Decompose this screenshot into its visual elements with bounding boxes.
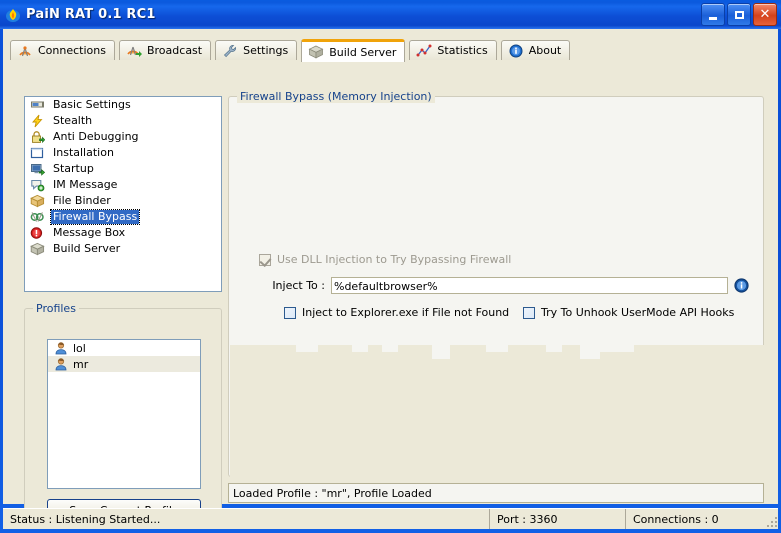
inject-to-input[interactable] [331,277,728,294]
render-artifact-band [230,345,764,477]
use-dll-injection-checkbox[interactable] [259,253,272,267]
lightning-icon [30,114,45,128]
tab-strip: Connections Broadcast Settings Build Ser… [10,38,574,62]
status-bar: Status : Listening Started... Port : 336… [3,508,778,529]
chart-line-icon [416,44,432,58]
list-item-label: mr [73,357,89,371]
user-icon [54,341,68,355]
sidebar-item-label: Installation [53,146,114,159]
sidebar-item-message-box[interactable]: Message Box [25,225,221,241]
tab-settings[interactable]: Settings [215,40,298,60]
resize-grip[interactable] [765,515,778,528]
inject-to-label: Inject To : [272,279,325,292]
render-artifact-edge [230,345,764,359]
sidebar-item-stealth[interactable]: Stealth [25,113,221,129]
use-dll-injection-label: Use DLL Injection to Try Bypassing Firew… [277,253,512,266]
sidebar-item-label: File Binder [53,194,111,207]
tab-about[interactable]: About [500,40,571,60]
firewall-group-title: Firewall Bypass (Memory Injection) [237,90,435,103]
tab-statistics[interactable]: Statistics [409,40,497,60]
sidebar-item-im-message[interactable]: IM Message [25,177,221,193]
list-item-label: lol [73,341,86,355]
info-circle-icon [508,44,524,58]
connections-text: Connections : 0 [625,509,765,529]
application-window: PaiN RAT 0.1 RC1 ✕ Connections Broadcast… [0,0,781,533]
unhook-api-row[interactable]: Try To Unhook UserMode API Hooks [523,306,734,319]
sidebar-item-build-server[interactable]: Build Server [25,241,221,257]
sidebar-item-label: Stealth [53,114,93,127]
list-item[interactable]: lol [48,340,200,356]
antenna-arrow-icon [126,44,142,58]
inject-to-row: Inject To : [259,277,749,294]
window-title: PaiN RAT 0.1 RC1 [26,7,156,22]
lock-green-icon [30,130,46,144]
tab-label: About [528,44,562,57]
sidebar-item-label: Anti Debugging [53,130,139,143]
inject-explorer-label: Inject to Explorer.exe if File not Found [302,306,510,319]
package-icon [308,45,324,59]
close-button[interactable]: ✕ [753,3,777,26]
unhook-api-checkbox[interactable] [523,306,535,319]
unhook-api-label: Try To Unhook UserMode API Hooks [541,306,735,319]
tab-connections[interactable]: Connections [10,40,115,60]
status-text: Status : Listening Started... [10,512,161,526]
sidebar-item-installation[interactable]: Installation [25,145,221,161]
title-bar: PaiN RAT 0.1 RC1 ✕ [0,0,781,29]
wrench-icon [222,44,238,58]
flame-app-icon [5,7,21,23]
monitor-plus-icon [30,162,46,176]
antenna-icon [17,44,33,58]
sidebar-item-anti-debugging[interactable]: Anti Debugging [25,129,221,145]
sidebar-item-label: Message Box [53,226,126,239]
tab-label: Broadcast [146,44,203,57]
user-icon [54,357,68,371]
tab-label: Connections [38,44,106,57]
minimize-button[interactable] [701,3,725,26]
profiles-group-title: Profiles [33,302,79,315]
log-message: Loaded Profile : "mr", Profile Loaded [233,486,432,500]
use-dll-injection-row[interactable]: Use DLL Injection to Try Bypassing Firew… [259,253,512,267]
build-section-list[interactable]: Basic Settings Stealth Anti Debugging In… [24,96,222,292]
sidebar-item-label: Startup [53,162,94,175]
build-server-panel: Basic Settings Stealth Anti Debugging In… [10,60,771,521]
profiles-list[interactable]: lol mr [47,339,201,489]
window-controls: ✕ [701,3,777,26]
log-status-box: Loaded Profile : "mr", Profile Loaded [228,483,764,503]
client-area: Connections Broadcast Settings Build Ser… [3,29,778,521]
inject-explorer-row[interactable]: Inject to Explorer.exe if File not Found [284,306,509,319]
package-open-icon [30,194,45,208]
firewall-icon [30,210,45,224]
list-item[interactable]: mr [48,356,200,372]
tab-build-server[interactable]: Build Server [301,39,406,62]
tab-label: Build Server [329,45,397,59]
firewall-bypass-group: Firewall Bypass (Memory Injection) Use D… [228,90,764,477]
blank-window-icon [30,146,45,160]
tab-broadcast[interactable]: Broadcast [118,40,212,60]
maximize-button[interactable] [727,3,751,26]
profiles-group: Profiles lol mr [24,302,222,521]
window-bar-icon [30,98,45,112]
sidebar-item-firewall-bypass[interactable]: Firewall Bypass [25,209,221,225]
chat-bubble-icon [30,178,45,192]
tab-label: Statistics [437,44,488,57]
error-circle-icon [30,226,45,240]
tab-label: Settings [243,44,289,57]
info-circle-icon[interactable] [734,278,749,293]
sidebar-item-file-binder[interactable]: File Binder [25,193,221,209]
sidebar-item-basic-settings[interactable]: Basic Settings [25,97,221,113]
inject-explorer-checkbox[interactable] [284,306,296,319]
package-icon [30,242,45,256]
sidebar-item-startup[interactable]: Startup [25,161,221,177]
sidebar-item-label: Build Server [53,242,121,255]
sidebar-item-label: Firewall Bypass [49,209,141,225]
sidebar-item-label: Basic Settings [53,98,131,111]
port-text: Port : 3360 [489,509,625,529]
sidebar-item-label: IM Message [53,178,118,191]
